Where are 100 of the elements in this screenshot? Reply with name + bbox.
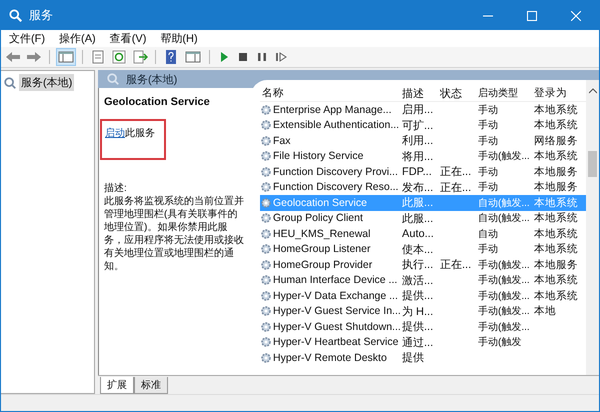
- table-cell[interactable]: Function Discovery Reso...: [273, 181, 398, 194]
- table-cell[interactable]: Hyper-V Heartbeat Service: [273, 336, 398, 348]
- forward-arrow-icon[interactable]: [26, 50, 42, 64]
- table-cell: 本地系统: [534, 288, 578, 303]
- gear-icon: [260, 274, 272, 286]
- table-cell: 本地: [534, 304, 556, 318]
- table-cell-text: 此服...: [402, 212, 434, 226]
- table-cell: 本地系统: [534, 118, 578, 132]
- table-cell-text: 手动(触发...: [478, 320, 530, 334]
- menu-item[interactable]: 文件(F): [9, 31, 46, 46]
- menu-item[interactable]: 帮助(H): [160, 31, 198, 46]
- scrollbar[interactable]: [586, 80, 599, 375]
- gear-icon: [260, 150, 272, 162]
- gear-icon: [260, 134, 272, 147]
- table-cell-text: 手动(触发...: [478, 150, 530, 164]
- table-cell: 本地系统: [534, 149, 578, 164]
- table-cell-text: 手动: [478, 134, 498, 148]
- refresh-icon[interactable]: [111, 49, 127, 65]
- gear-icon: [260, 352, 272, 364]
- table-cell-text: 为 H...: [402, 304, 434, 319]
- table-cell[interactable]: HomeGroup Listener: [273, 243, 370, 256]
- table-cell: 网络服务: [534, 134, 578, 148]
- column-header[interactable]: 登录为: [532, 86, 582, 100]
- table-cell[interactable]: Fax: [273, 134, 291, 147]
- gear-icon: [260, 119, 272, 132]
- close-icon[interactable]: [571, 10, 581, 20]
- table-cell-text: 使本...: [402, 242, 434, 257]
- table-cell[interactable]: Enterprise App Manage...: [273, 104, 392, 116]
- pause-icon[interactable]: [255, 50, 269, 64]
- resume-icon[interactable]: [274, 50, 288, 64]
- table-cell-text: 利用...: [402, 134, 434, 148]
- table-cell[interactable]: Hyper-V Remote Deskto: [273, 352, 387, 364]
- table-cell[interactable]: Hyper-V Guest Shutdown...: [273, 320, 401, 333]
- table-cell-text: 自动(触发...: [478, 212, 530, 226]
- service-title: Geolocation Service: [104, 96, 211, 109]
- menu-item[interactable]: 操作(A): [59, 31, 96, 46]
- view-tab[interactable]: 标准: [134, 377, 168, 394]
- start-link[interactable]: 启动: [105, 128, 125, 139]
- table-cell-text: 自动: [478, 228, 498, 241]
- gear-icon: [260, 258, 272, 271]
- gear-icon: [260, 104, 272, 116]
- console-tree-icon[interactable]: [57, 49, 75, 65]
- table-cell: 本地系统: [534, 196, 578, 210]
- help-icon[interactable]: [163, 49, 179, 65]
- stop-icon[interactable]: [236, 50, 250, 64]
- table-cell-text: 此服...: [402, 196, 434, 210]
- gear-icon: [260, 336, 272, 348]
- gear-icon: [260, 196, 272, 209]
- gear-icon: [260, 320, 272, 333]
- back-arrow-icon[interactable]: [5, 50, 21, 64]
- table-cell-text: 手动: [478, 166, 498, 179]
- table-cell[interactable]: Function Discovery Provi...: [273, 166, 398, 178]
- table-cell-text: 提供...: [402, 289, 434, 304]
- table-cell-text: 手动(触发...: [478, 274, 530, 288]
- table-cell-text: 可扩...: [402, 118, 434, 133]
- scroll-up-icon[interactable]: [588, 88, 596, 94]
- column-header[interactable]: 启动类型: [476, 86, 532, 100]
- menu-item[interactable]: 查看(V): [110, 31, 146, 46]
- table-cell[interactable]: Hyper-V Guest Service In...: [273, 305, 401, 318]
- table-cell: 本地服务: [534, 180, 578, 194]
- column-header[interactable]: 名称: [260, 86, 400, 100]
- properties-icon[interactable]: [90, 49, 106, 65]
- action-sentence: 启动此服务: [105, 128, 155, 139]
- maximize-icon[interactable]: [527, 10, 537, 20]
- scroll-thumb[interactable]: [588, 151, 597, 177]
- gear-icon: [260, 243, 272, 256]
- gear-icon: [260, 212, 272, 224]
- gear-icon: [260, 290, 272, 302]
- table-cell-text: 提供...: [402, 320, 434, 334]
- table-cell[interactable]: File History Service: [273, 150, 364, 162]
- view-pane-icon[interactable]: [184, 49, 202, 65]
- table-cell: 本地服务: [534, 164, 578, 179]
- table-cell[interactable]: HEU_KMS_Renewal: [273, 228, 370, 240]
- tree-item[interactable]: 服务(本地): [19, 74, 74, 91]
- description-label: 描述:: [104, 182, 128, 195]
- table-cell[interactable]: Hyper-V Data Exchange ...: [273, 290, 398, 302]
- export-list-icon[interactable]: [132, 49, 148, 65]
- table-cell-text: 将用...: [402, 150, 434, 164]
- table-cell-text: 手动(触发...: [478, 290, 530, 303]
- table-cell: 本地系统: [534, 102, 578, 117]
- table-cell-text: 提供: [402, 351, 424, 366]
- table-cell-text: 手动: [478, 242, 498, 256]
- table-cell: 本地服务: [534, 258, 578, 272]
- table-cell-text: 手动: [478, 118, 498, 132]
- description-text: 此服务将监视系统的当前位置并管理地理围栏(具有关联事件的地理位置)。如果你禁用此服务，应用程序将无法使用或接收有关地理位置或地理围栏的通知。: [104, 195, 245, 273]
- table-cell[interactable]: HomeGroup Provider: [273, 258, 372, 271]
- table-cell[interactable]: Extensible Authentication...: [273, 119, 400, 132]
- table-cell-text: 正在...: [440, 180, 472, 195]
- column-header[interactable]: 描述: [400, 86, 438, 100]
- window-title: 服务: [29, 7, 53, 24]
- view-tab[interactable]: 扩展: [100, 377, 134, 394]
- table-cell-text: 激活...: [402, 274, 434, 288]
- table-cell[interactable]: Group Policy Client: [273, 212, 363, 224]
- table-cell[interactable]: Human Interface Device ...: [273, 274, 398, 286]
- gear-icon: [260, 228, 272, 240]
- table-cell: 本地系统: [534, 226, 578, 241]
- table-cell-text: 手动: [478, 180, 498, 194]
- table-cell: 本地系统: [534, 211, 578, 226]
- table-cell: FDP...: [402, 166, 432, 178]
- column-header[interactable]: 状态: [438, 86, 476, 100]
